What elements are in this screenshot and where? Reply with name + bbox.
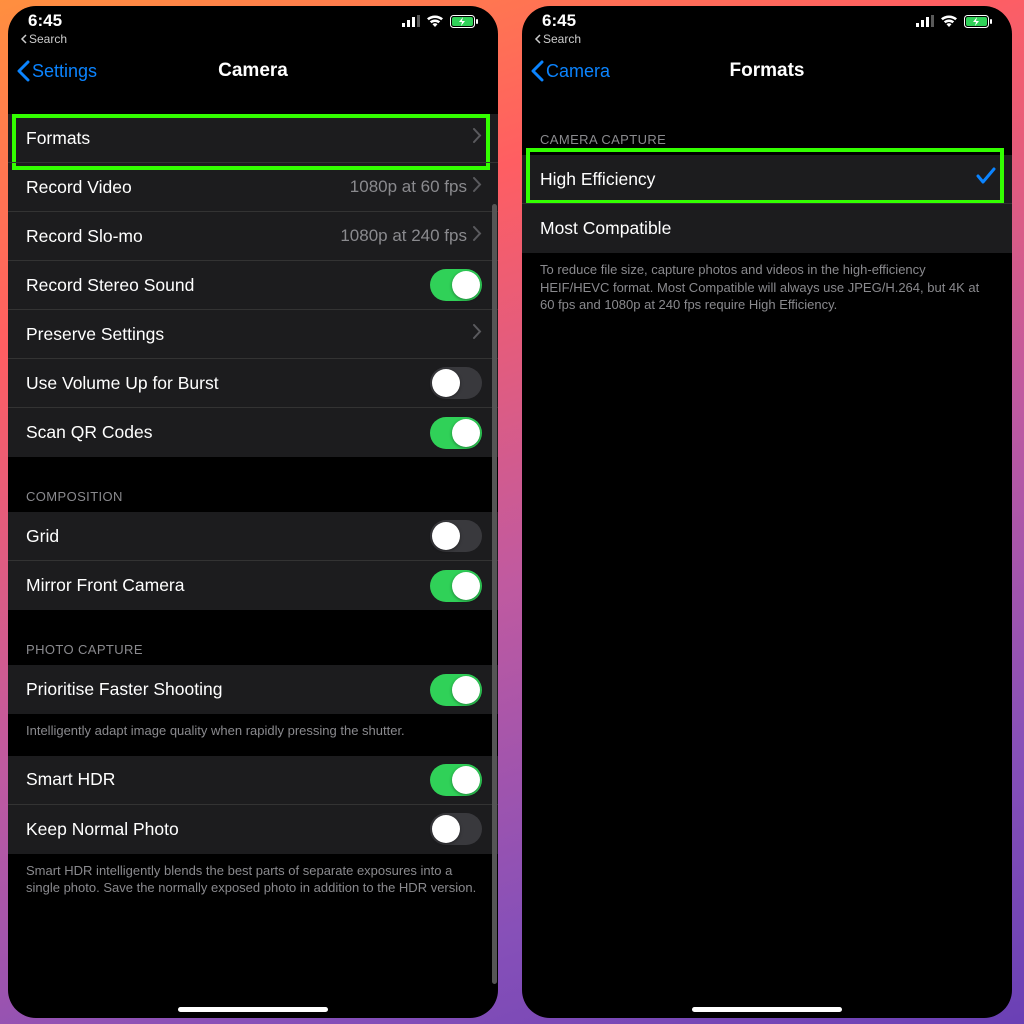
group-photo-capture-1: Prioritise Faster Shooting: [8, 665, 498, 714]
breadcrumb-label: Search: [543, 32, 581, 46]
toggle-mirror[interactable]: [430, 570, 482, 602]
content-scroll[interactable]: Formats Record Video 1080p at 60 fps Rec…: [8, 94, 498, 1018]
label-formats: Formats: [26, 128, 473, 149]
status-bar: 6:45: [522, 6, 1012, 32]
back-button[interactable]: Camera: [530, 60, 610, 82]
value-record-slomo: 1080p at 240 fps: [340, 226, 467, 246]
breadcrumb-caret-icon: [20, 34, 27, 44]
section-header-composition: Composition: [8, 481, 498, 512]
navbar: Camera Formats: [522, 48, 1012, 94]
phone-right-formats: 6:45 Search Camera Formats Camera Captur…: [522, 6, 1012, 1018]
label-mirror: Mirror Front Camera: [26, 575, 430, 596]
group-formats: High Efficiency Most Compatible: [522, 155, 1012, 253]
status-bar: 6:45: [8, 6, 498, 32]
chevron-left-icon: [530, 60, 544, 82]
wifi-icon: [426, 15, 444, 28]
row-most-compatible[interactable]: Most Compatible: [522, 204, 1012, 253]
battery-charging-icon: [964, 15, 992, 28]
scrollbar[interactable]: [492, 204, 497, 984]
toggle-prioritise[interactable]: [430, 674, 482, 706]
group-photo-capture-2: Smart HDR Keep Normal Photo: [8, 756, 498, 854]
group-composition: Grid Mirror Front Camera: [8, 512, 498, 610]
row-formats[interactable]: Formats: [8, 114, 498, 163]
chevron-right-icon: [473, 324, 482, 344]
battery-charging-icon: [450, 15, 478, 28]
chevron-right-icon: [473, 128, 482, 148]
chevron-right-icon: [473, 177, 482, 197]
row-scan-qr[interactable]: Scan QR Codes: [8, 408, 498, 457]
row-volume-burst[interactable]: Use Volume Up for Burst: [8, 359, 498, 408]
label-keep-normal: Keep Normal Photo: [26, 819, 430, 840]
row-smart-hdr[interactable]: Smart HDR: [8, 756, 498, 805]
row-prioritise[interactable]: Prioritise Faster Shooting: [8, 665, 498, 714]
label-high-efficiency: High Efficiency: [540, 169, 976, 190]
chevron-left-icon: [16, 60, 30, 82]
toggle-keep-normal[interactable]: [430, 813, 482, 845]
phone-left-camera-settings: 6:45 Search Settings Camera Formats Reco…: [8, 6, 498, 1018]
status-indicators: [916, 15, 992, 28]
back-label: Camera: [546, 61, 610, 82]
toggle-volume-burst[interactable]: [430, 367, 482, 399]
home-indicator[interactable]: [178, 1007, 328, 1012]
status-time: 6:45: [28, 11, 62, 31]
row-preserve-settings[interactable]: Preserve Settings: [8, 310, 498, 359]
wifi-icon: [940, 15, 958, 28]
status-indicators: [402, 15, 478, 28]
label-smart-hdr: Smart HDR: [26, 769, 430, 790]
section-header-photo-capture: Photo Capture: [8, 634, 498, 665]
label-prioritise: Prioritise Faster Shooting: [26, 679, 430, 700]
row-high-efficiency[interactable]: High Efficiency: [522, 155, 1012, 204]
footer-formats: To reduce file size, capture photos and …: [522, 253, 1012, 330]
label-most-compatible: Most Compatible: [540, 218, 996, 239]
toggle-scan-qr[interactable]: [430, 417, 482, 449]
content: Camera Capture High Efficiency Most Comp…: [522, 94, 1012, 1018]
section-header-camera-capture: Camera Capture: [522, 124, 1012, 155]
footer-prioritise: Intelligently adapt image quality when r…: [8, 714, 498, 756]
row-mirror[interactable]: Mirror Front Camera: [8, 561, 498, 610]
footer-hdr: Smart HDR intelligently blends the best …: [8, 854, 498, 913]
label-stereo: Record Stereo Sound: [26, 275, 430, 296]
label-record-slomo: Record Slo-mo: [26, 226, 340, 247]
signal-icon: [402, 15, 420, 27]
toggle-smart-hdr[interactable]: [430, 764, 482, 796]
row-grid[interactable]: Grid: [8, 512, 498, 561]
breadcrumb-label: Search: [29, 32, 67, 46]
label-record-video: Record Video: [26, 177, 350, 198]
label-grid: Grid: [26, 526, 430, 547]
value-record-video: 1080p at 60 fps: [350, 177, 467, 197]
toggle-stereo[interactable]: [430, 269, 482, 301]
status-time: 6:45: [542, 11, 576, 31]
signal-icon: [916, 15, 934, 27]
toggle-grid[interactable]: [430, 520, 482, 552]
label-scan-qr: Scan QR Codes: [26, 422, 430, 443]
checkmark-icon: [976, 167, 996, 191]
row-keep-normal[interactable]: Keep Normal Photo: [8, 805, 498, 854]
navbar: Settings Camera: [8, 48, 498, 94]
label-volume-burst: Use Volume Up for Burst: [26, 373, 430, 394]
row-stereo-sound[interactable]: Record Stereo Sound: [8, 261, 498, 310]
breadcrumb-back[interactable]: Search: [522, 32, 1012, 48]
home-indicator[interactable]: [692, 1007, 842, 1012]
breadcrumb-back[interactable]: Search: [8, 32, 498, 48]
chevron-right-icon: [473, 226, 482, 246]
row-record-slomo[interactable]: Record Slo-mo 1080p at 240 fps: [8, 212, 498, 261]
back-label: Settings: [32, 61, 97, 82]
breadcrumb-caret-icon: [534, 34, 541, 44]
row-record-video[interactable]: Record Video 1080p at 60 fps: [8, 163, 498, 212]
group-main: Formats Record Video 1080p at 60 fps Rec…: [8, 114, 498, 457]
back-button[interactable]: Settings: [16, 60, 97, 82]
label-preserve: Preserve Settings: [26, 324, 473, 345]
